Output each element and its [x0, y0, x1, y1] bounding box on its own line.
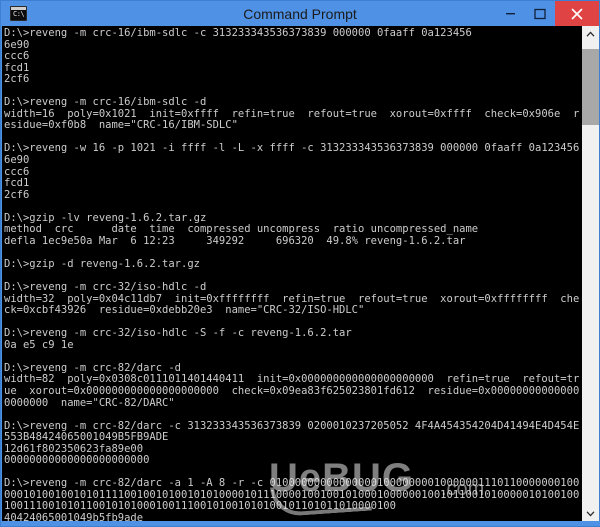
minimize-icon [505, 13, 515, 15]
scroll-down-button[interactable] [582, 505, 599, 522]
chevron-up-icon [586, 31, 595, 37]
maximize-icon [534, 8, 546, 19]
window-bottom-edge [1, 521, 600, 526]
title-bar[interactable]: C:\ Command Prompt [1, 1, 599, 26]
command-prompt-window: C:\ Command Prompt D:\>reveng -m crc-16/… [0, 0, 600, 527]
maximize-button[interactable] [525, 1, 555, 26]
cmd-icon-glyph: C:\ [13, 10, 25, 18]
close-button[interactable] [555, 1, 599, 26]
chevron-down-icon [586, 511, 595, 517]
scrollbar-thumb[interactable] [582, 49, 599, 125]
minimize-button[interactable] [495, 1, 525, 26]
scroll-up-button[interactable] [582, 26, 599, 43]
vertical-scrollbar[interactable] [582, 26, 599, 522]
scrollbar-track[interactable] [582, 43, 599, 505]
console-output[interactable]: D:\>reveng -m crc-16/ibm-sdlc -c 3132333… [2, 26, 582, 522]
cmd-app-icon[interactable]: C:\ [10, 6, 27, 21]
window-controls [495, 1, 599, 26]
console-text-content: D:\>reveng -m crc-16/ibm-sdlc -c 3132333… [4, 27, 580, 522]
console-area: D:\>reveng -m crc-16/ibm-sdlc -c 3132333… [2, 26, 599, 522]
close-icon [571, 8, 583, 19]
